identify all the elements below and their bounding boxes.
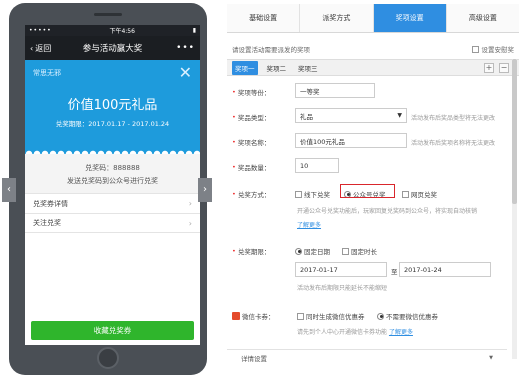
more-icon[interactable]: ••• [155,43,195,53]
back-label: 返回 [35,43,52,53]
settings-tabs: 基础设置 派奖方式 奖项设置 高级设置 [227,4,519,33]
method-web-option[interactable]: 网页兑奖 [402,189,437,199]
start-date-input[interactable]: 2017-01-17 [295,262,387,277]
tab-prizes[interactable]: 奖项设置 [373,4,447,32]
list-item-coupon-detail[interactable]: 兑奖券详情 › [25,193,200,213]
prize-level-input[interactable]: 一等奖 [295,83,375,98]
phone-speaker [94,13,122,16]
radio-selected-icon [295,247,302,255]
coupon-tag: 常思无邪 [33,69,61,77]
coupon-period: 兑奖期限：2017.01.17 - 2017.01.24 [55,120,170,128]
redeem-method-note: 开通公众号兑奖功能后，玩家回复兑奖码到公众号，将实现自动核销 [297,208,478,215]
prize-hint-row: 请设置活动需要派发的奖项 设置安慰奖 [227,39,519,59]
prize-name-label: • 奖项名称： [232,138,271,147]
prize-qty-label: • 奖品数量： [232,163,271,172]
tab-basic[interactable]: 基础设置 [227,4,301,32]
prize-hint: 请设置活动需要派发的奖项 [232,46,310,54]
redeem-instruction: 发送兑奖码到公众号进行兑奖 [67,177,158,185]
tab-distribution[interactable]: 派奖方式 [300,4,374,32]
wechat-card-label: 微信卡券： [232,311,275,321]
prize-type-note: 活动发布后奖品类型将无法更改 [411,115,496,122]
redeem-code-box: 兑奖码：888888 发送兑奖码到公众号进行兑奖 [25,154,200,193]
wechat-card-note: 请先到个人中心开通微信卡券功能 了解更多 [297,329,413,336]
list-item-follow-redeem[interactable]: 关注兑奖 › [25,213,200,233]
scrollbar-thumb[interactable] [512,59,517,204]
redeem-period-label: • 兑奖期限： [232,247,271,256]
learn-more-link[interactable]: 了解更多 [297,220,321,229]
prize-name-note: 活动发布后奖项名称将无法更改 [411,140,496,147]
method-offline-option[interactable]: 线下兑奖 [295,189,330,199]
prize-type-label: • 奖品类型： [232,113,271,122]
prize-qty-input[interactable]: 10 [295,158,339,173]
coupon-card: 常思无邪 ✕ 价值100元礼品 兑奖期限：2017.01.17 - 2017.0… [25,60,200,148]
next-arrow-icon[interactable]: › [198,178,212,202]
title-bar: ‹ 返回 参与活动赢大奖 ••• [25,36,200,60]
status-bar: ••••• 下午4:56 ▮ [25,25,200,36]
card-generate-option[interactable]: 同时生成微信优惠券 [297,311,365,321]
prize-type-select[interactable]: 礼品 ▼ [295,108,407,123]
consolation-prize-toggle[interactable]: 设置安慰奖 [471,44,515,54]
radio-selected-icon [377,312,384,320]
status-time: 下午4:56 [109,28,135,35]
prize-tab-1[interactable]: 奖项一 [232,60,258,75]
home-button [97,347,119,369]
prize-type-value: 礼品 [300,112,313,121]
chevron-right-icon: › [188,199,192,208]
highlight-box [340,184,395,198]
add-prize-button[interactable]: + [484,63,494,73]
prize-tab-3[interactable]: 奖项三 [295,61,321,75]
prize-tab-2[interactable]: 奖项二 [264,61,290,75]
consolation-prize-label: 设置安慰奖 [481,46,515,54]
checkbox-icon [471,45,479,53]
list-item-label: 关注兑奖 [33,219,61,227]
card-none-option[interactable]: 不需要微信优惠券 [377,311,438,321]
chevron-down-icon: ▼ [489,354,493,361]
page-title: 参与活动赢大奖 [82,44,143,54]
date-range-separator: 至 [391,268,398,276]
detail-settings-label: 详情设置 [241,354,267,363]
period-fixed-date-option[interactable]: 固定日期 [295,246,330,256]
chevron-left-icon: ‹ [30,43,34,53]
settings-panel: 基础设置 派奖方式 奖项设置 高级设置 请设置活动需要派发的奖项 设置安慰奖 奖… [227,4,519,376]
close-icon[interactable]: ✕ [179,65,192,81]
collect-coupon-button[interactable]: 收藏兑奖券 [31,321,194,340]
phone-screen: ••••• 下午4:56 ▮ ‹ 返回 参与活动赢大奖 ••• 常思无邪 ✕ 价… [25,25,200,345]
prize-name-input[interactable]: 价值100元礼品 [295,133,407,148]
redeem-method-label: • 兑奖方式： [232,190,271,199]
prize-form: • 奖项等份： 一等奖 • 奖品类型： 礼品 ▼ 活动发布后奖品类型将无法更改 • 奖… [227,76,519,346]
checkbox-icon [295,190,302,198]
back-button[interactable]: ‹ 返回 [30,43,70,54]
detail-settings-row[interactable]: 详情设置 ▼ [227,349,507,365]
period-fixed-duration-option[interactable]: 固定时长 [342,246,377,256]
chevron-right-icon: › [188,218,192,228]
card-learn-more-link[interactable]: 了解更多 [389,329,413,336]
battery-icon: ▮ [192,27,196,34]
chevron-down-icon: ▼ [397,112,402,119]
end-date-input[interactable]: 2017-01-24 [399,262,491,277]
checkbox-icon [342,247,349,255]
checkbox-icon [297,312,304,320]
redeem-code: 兑奖码：888888 [85,164,140,172]
list-item-label: 兑奖券详情 [33,199,68,208]
scrollbar[interactable] [512,59,517,359]
tab-advanced[interactable]: 高级设置 [446,4,519,32]
redeem-period-note: 活动发布后期限只能延长不能缩短 [297,285,388,292]
wechat-card-icon [232,312,240,320]
phone-mockup: ••••• 下午4:56 ▮ ‹ 返回 参与活动赢大奖 ••• 常思无邪 ✕ 价… [9,3,207,375]
coupon-headline: 价值100元礼品 [67,98,158,113]
prev-arrow-icon[interactable]: ‹ [2,178,16,202]
checkbox-icon [402,190,409,198]
remove-prize-button[interactable]: − [499,63,509,73]
signal-icon: ••••• [29,27,52,34]
prize-level-label: • 奖项等份： [232,88,271,97]
prize-tab-bar: 奖项一 奖项二 奖项三 + − [227,59,519,76]
